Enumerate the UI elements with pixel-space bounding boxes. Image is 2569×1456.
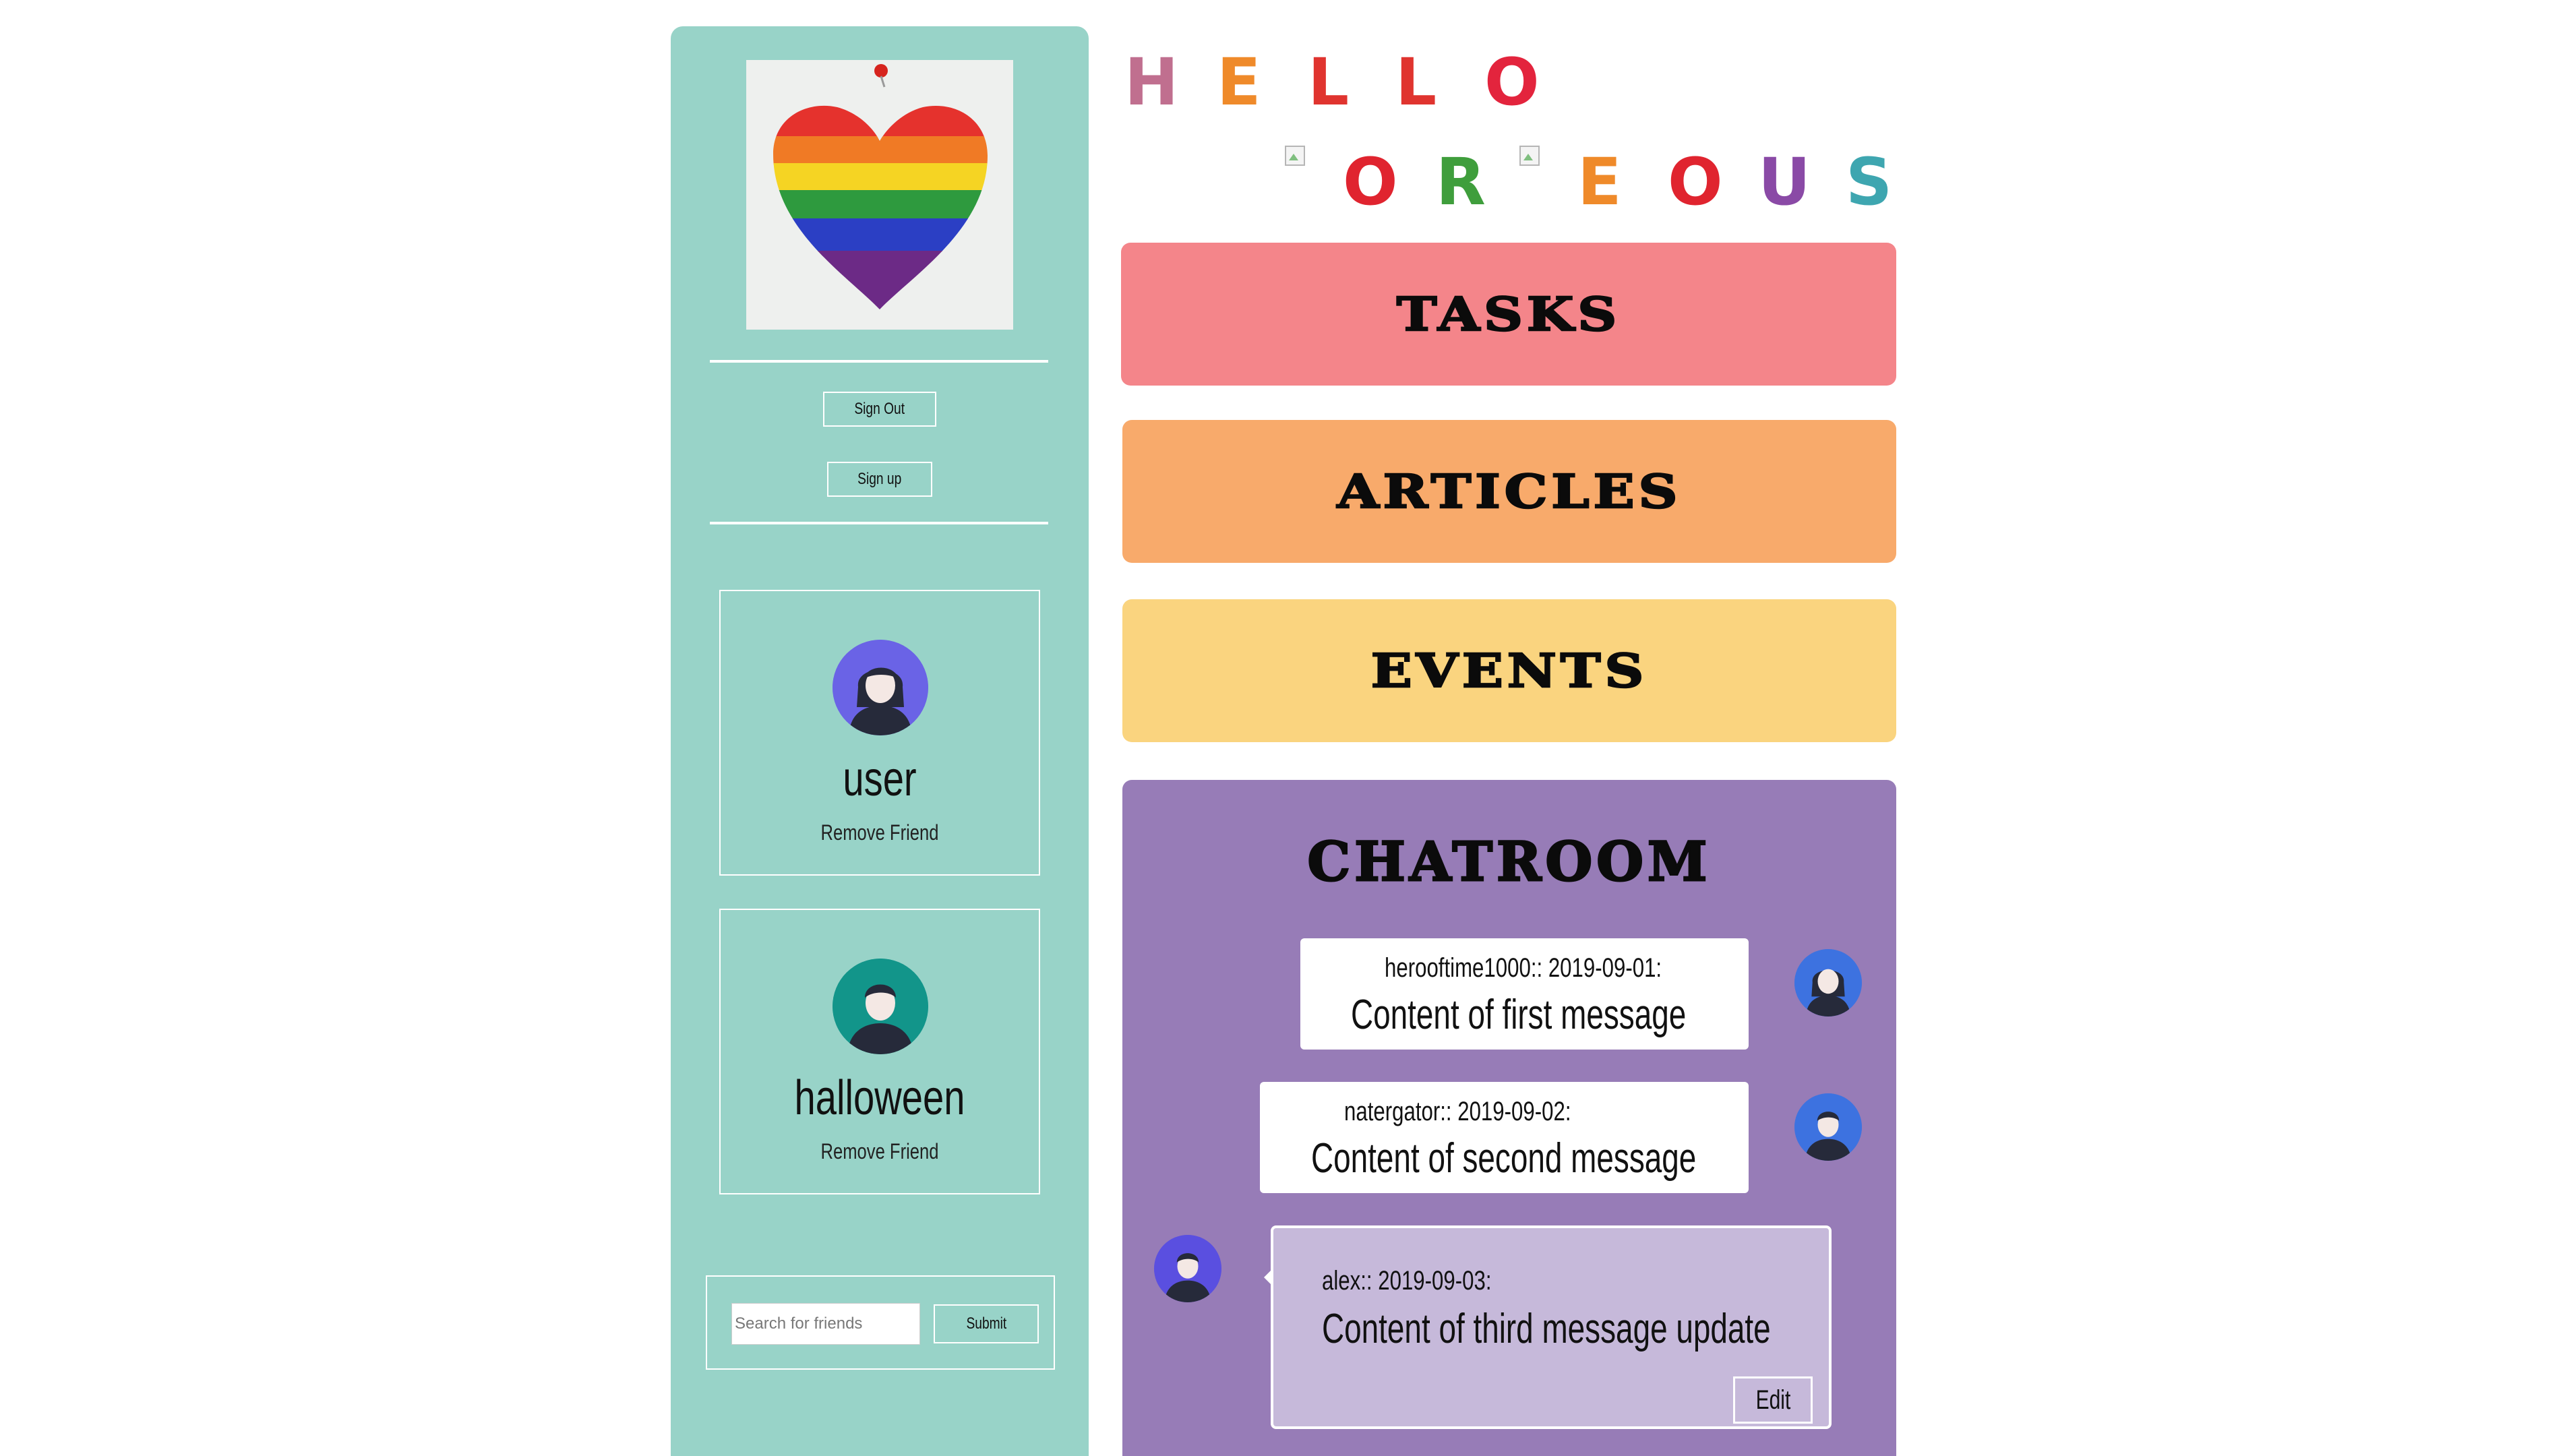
- broken-image-icon: [1518, 144, 1541, 167]
- header-letter: O: [1484, 44, 1540, 120]
- chatroom-title: CHATROOM: [1122, 829, 1896, 894]
- header-letter: L: [1395, 44, 1437, 120]
- remove-friend-link[interactable]: Remove Friend: [752, 1139, 1007, 1164]
- friend-name: user: [843, 752, 917, 806]
- message-content: Content of second message: [1311, 1135, 1697, 1182]
- edit-button[interactable]: Edit: [1733, 1376, 1813, 1424]
- header-letter: S: [1846, 144, 1893, 220]
- friend-search-form: Submit: [706, 1275, 1055, 1370]
- chatroom-title-text: CHATROOM: [1306, 829, 1712, 894]
- chat-message: natergator:: 2019-09-02: Content of seco…: [1260, 1082, 1749, 1193]
- man-avatar-icon: [833, 959, 928, 1054]
- sidebar: Sign Out Sign up user Remove Friend hall…: [671, 26, 1089, 1456]
- tasks-card[interactable]: TASKS: [1121, 243, 1896, 386]
- chatroom: CHATROOM herooftime1000:: 2019-09-01: Co…: [1122, 780, 1896, 1456]
- friend-card: user Remove Friend: [719, 590, 1040, 876]
- edit-label: Edit: [1755, 1385, 1790, 1415]
- hello-header: H E L L O: [1119, 42, 1591, 123]
- message-content: Content of third message update: [1322, 1306, 1771, 1352]
- submit-button[interactable]: Submit: [934, 1304, 1039, 1343]
- woman-avatar-icon: [833, 640, 928, 735]
- message-meta: herooftime1000:: 2019-09-01:: [1385, 953, 1662, 983]
- sign-out-button[interactable]: Sign Out: [823, 392, 936, 427]
- events-card[interactable]: EVENTS: [1122, 599, 1896, 742]
- gorgeous-header: O R E O U S: [1281, 142, 1901, 222]
- man-avatar-icon: [1794, 1093, 1862, 1161]
- articles-label: ARTICLES: [1336, 464, 1682, 519]
- sign-up-button[interactable]: Sign up: [827, 462, 932, 497]
- man-avatar-icon: [1154, 1235, 1221, 1302]
- profile-image: [746, 60, 1013, 330]
- woman-avatar-icon: [1794, 949, 1862, 1017]
- header-letter: E: [1217, 44, 1261, 120]
- tasks-label: TASKS: [1395, 286, 1621, 342]
- message-content: Content of first message: [1351, 992, 1687, 1038]
- header-letter: L: [1308, 44, 1350, 120]
- rainbow-heart-image: [746, 60, 1013, 330]
- divider: [710, 360, 1048, 363]
- own-chat-message: alex:: 2019-09-03: Content of third mess…: [1271, 1225, 1832, 1429]
- search-input[interactable]: [731, 1303, 920, 1345]
- articles-card[interactable]: ARTICLES: [1122, 420, 1896, 563]
- submit-label: Submit: [966, 1314, 1006, 1333]
- chat-message: herooftime1000:: 2019-09-01: Content of …: [1300, 938, 1749, 1050]
- sign-out-label: Sign Out: [854, 400, 905, 418]
- message-meta: natergator:: 2019-09-02:: [1344, 1097, 1571, 1126]
- header-letter: E: [1577, 144, 1622, 220]
- events-label: EVENTS: [1370, 643, 1648, 698]
- header-letter: R: [1436, 144, 1486, 220]
- sign-up-label: Sign up: [857, 470, 902, 488]
- remove-friend-link[interactable]: Remove Friend: [752, 820, 1007, 845]
- friend-card: halloween Remove Friend: [719, 909, 1040, 1194]
- header-letter: O: [1668, 144, 1723, 220]
- friend-name: halloween: [794, 1071, 965, 1125]
- message-meta: alex:: 2019-09-03:: [1322, 1266, 1492, 1296]
- header-letter: O: [1343, 144, 1398, 220]
- header-letter: U: [1758, 144, 1811, 220]
- broken-image-icon: [1283, 144, 1306, 167]
- header-letter: H: [1124, 44, 1179, 120]
- divider: [710, 522, 1048, 524]
